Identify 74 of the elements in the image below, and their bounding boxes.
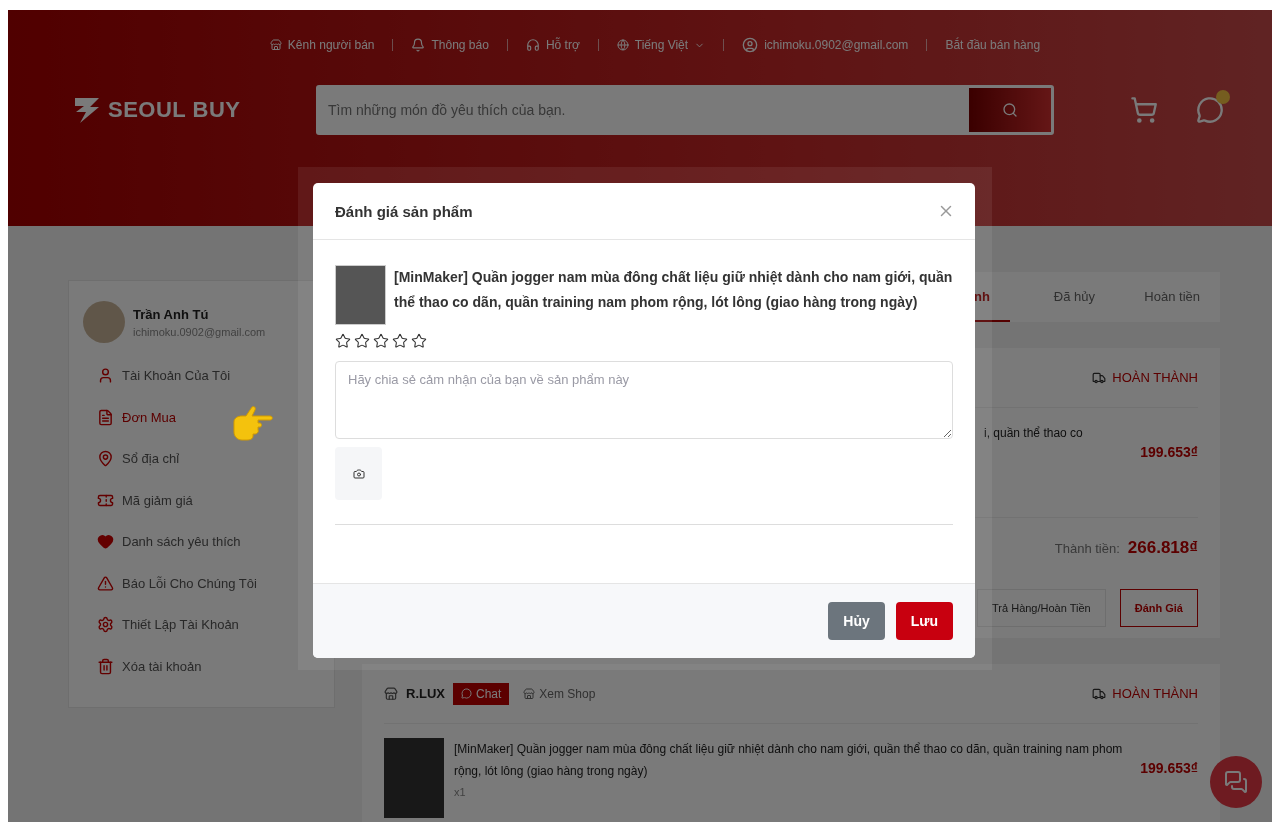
top-bar-link[interactable]: ichimoku.0902@gmail.com	[742, 37, 909, 53]
bell-icon	[411, 38, 426, 52]
settings-icon	[97, 616, 114, 634]
sidebar-item[interactable]: Xóa tài khoản	[83, 645, 320, 687]
cart-button[interactable]	[1130, 96, 1158, 124]
truck-icon	[1092, 686, 1107, 701]
shop-name: R.LUX	[406, 686, 445, 701]
order-status: HOÀN THÀNH	[1112, 370, 1198, 385]
star-icon[interactable]	[354, 333, 370, 349]
user-icon	[742, 37, 759, 53]
sidebar-item[interactable]: Thiết Lập Tài Khoản	[83, 604, 320, 646]
heart-icon	[97, 533, 114, 551]
avatar	[83, 301, 125, 343]
order-tab[interactable]: Đã hủy	[1010, 272, 1115, 322]
chat-bubble-icon	[1196, 96, 1224, 124]
search-field[interactable]: Tìm những món đồ yêu thích của bạn.	[316, 85, 966, 135]
globe-icon	[616, 39, 629, 51]
cancel-button[interactable]: Hủy	[828, 602, 885, 640]
review-field[interactable]: Hãy chia sẻ cảm nhận của bạn về sản phẩm này	[335, 361, 953, 439]
warning-icon	[97, 574, 114, 592]
sidebar-item[interactable]: Mã giảm giá	[83, 479, 320, 521]
search-icon	[1002, 102, 1018, 118]
product-title: [MinMaker] Quần jogger nam mùa đông chất liệu giữ nhiệt dành cho nam giới, quần thể thao co dãn, quần training nam phom rộng, lót lông (giao hàng trong ngày)	[394, 268, 953, 312]
camera-icon	[352, 467, 365, 480]
search-button[interactable]	[966, 85, 1054, 135]
store-icon	[269, 39, 282, 51]
chat-icon	[1224, 770, 1248, 794]
product-price: 199.653₫	[1140, 444, 1198, 460]
trash-icon	[97, 657, 114, 675]
chat-icon	[461, 688, 472, 699]
product-title: [MinMaker] Quần jogger nam mùa đông chất liệu giữ nhiệt dành cho nam giới, quần thể thao co dãn, quần training nam phom rộng, lót lông (giao hàng trong ngày)	[454, 741, 1124, 780]
notification-button[interactable]	[1196, 96, 1224, 124]
total-label: Thành tiền:	[1054, 540, 1120, 556]
user-email: ichimoku.0902@gmail.com	[133, 325, 266, 338]
sidebar-item[interactable]: Báo Lỗi Cho Chúng Tôi	[83, 562, 320, 604]
top-bar-link[interactable]: Hỗ trợ	[525, 38, 580, 52]
chat-fab[interactable]	[1210, 756, 1262, 808]
truck-icon	[1092, 370, 1107, 385]
top-bar-link[interactable]: Bắt đầu bán hàng	[945, 38, 1041, 52]
cart-icon	[1130, 96, 1158, 124]
sidebar-item[interactable]: Đơn Mua	[83, 396, 320, 438]
save-button[interactable]: Lưu	[895, 602, 953, 640]
order-action-button[interactable]: Trả Hàng/Hoàn Tiền	[977, 589, 1106, 627]
chat-button[interactable]: Chat	[453, 682, 510, 705]
top-bar-link[interactable]: Thông báo	[411, 38, 489, 52]
store-icon	[384, 686, 398, 701]
view-shop-button[interactable]: Xem Shop	[517, 685, 602, 702]
photo-placeholder	[335, 265, 386, 325]
order-tab[interactable]: Hoàn tiền	[1115, 272, 1220, 322]
sidebar-item[interactable]: Sổ địa chỉ	[83, 438, 320, 480]
star-icon[interactable]	[335, 333, 351, 349]
map-pin-icon	[97, 450, 114, 468]
store-icon	[523, 687, 536, 700]
user-name: Trần Anh Tú	[133, 306, 210, 322]
logo-icon	[72, 95, 102, 125]
top-bar-link[interactable]: Kênh người bán	[269, 38, 375, 52]
sidebar-item[interactable]: Danh sách yêu thích	[83, 521, 320, 563]
order-status: HOÀN THÀNH	[1112, 686, 1198, 701]
logo-text: SEOUL BUY	[108, 97, 241, 123]
dialog-title: Đánh giá sản phẩm	[335, 202, 473, 220]
add-photo-button[interactable]	[335, 447, 382, 500]
top-bar-link[interactable]: Tiếng Việt	[616, 38, 706, 52]
star-icon[interactable]	[392, 333, 408, 349]
headset-icon	[525, 38, 540, 52]
notification-badge	[1216, 90, 1230, 104]
user-icon	[97, 367, 114, 385]
product-price: 199.653₫	[1140, 760, 1198, 776]
star-icon[interactable]	[373, 333, 389, 349]
sidebar-item[interactable]: Tài Khoản Của Tôi	[83, 355, 320, 397]
star-icon[interactable]	[411, 333, 427, 349]
total-price: 266.818₫	[1127, 538, 1198, 558]
product-title: i, quần thể thao co	[984, 425, 1084, 442]
document-icon	[97, 408, 114, 426]
order-action-button[interactable]: Đánh Giá	[1119, 589, 1198, 627]
